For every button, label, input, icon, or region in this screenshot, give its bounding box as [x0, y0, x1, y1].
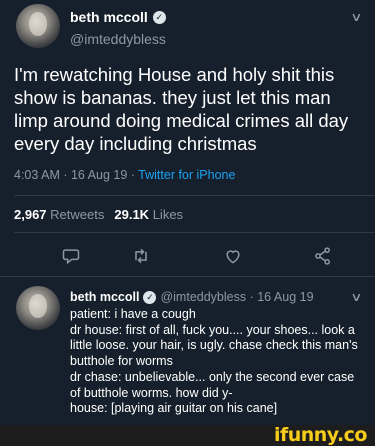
- reply-author-name[interactable]: beth mccoll: [70, 290, 139, 304]
- divider: [14, 195, 375, 196]
- likes-label: Likes: [152, 207, 184, 222]
- share-icon[interactable]: [312, 245, 334, 267]
- reply-line: house: [playing air guitar on his cane]: [70, 401, 278, 416]
- avatar[interactable]: [16, 4, 60, 48]
- tweet-source[interactable]: Twitter for iPhone: [138, 168, 235, 182]
- retweet-icon[interactable]: [130, 245, 152, 267]
- retweets-count: 2,967: [14, 207, 47, 222]
- reply-text: patient: i have a cough dr house: first …: [70, 307, 366, 417]
- divider: [14, 232, 375, 233]
- tweet-meta: 4:03 AM · 16 Aug 19 · Twitter for iPhone: [14, 168, 235, 182]
- chevron-down-icon[interactable]: ∨: [350, 10, 362, 24]
- avatar[interactable]: [16, 286, 60, 330]
- reply-header: beth mccoll ✓ @imteddybless · 16 Aug 19: [70, 290, 314, 304]
- tweet-time[interactable]: 4:03 AM · 16 Aug 19 ·: [14, 168, 138, 182]
- reply-handle-date[interactable]: @imteddybless · 16 Aug 19: [160, 290, 313, 304]
- divider: [0, 276, 375, 277]
- reply-line: patient: i have a cough: [70, 307, 196, 321]
- verified-badge-icon: ✓: [143, 290, 157, 304]
- author-name[interactable]: beth mccoll: [70, 9, 148, 25]
- chevron-down-icon[interactable]: ∨: [350, 290, 362, 304]
- retweets-stat[interactable]: 2,967 Retweets: [14, 207, 104, 222]
- retweets-label: Retweets: [50, 207, 105, 222]
- likes-count: 29.1K: [114, 207, 150, 222]
- reply-line: dr house: first of all, fuck you.... you…: [70, 322, 358, 369]
- reply-line: dr chase: unbelievable... only the secon…: [70, 369, 355, 400]
- tweet-author[interactable]: beth mccoll ✓ @imteddybless: [70, 9, 166, 47]
- author-handle[interactable]: @imteddybless: [70, 31, 166, 47]
- tweet-text: I'm rewatching House and holy shit this …: [14, 64, 349, 154]
- reply-icon[interactable]: [60, 245, 82, 267]
- likes-stat[interactable]: 29.1K Likes: [114, 207, 183, 222]
- tweet-stats: 2,967 Retweets 29.1K Likes: [14, 207, 183, 222]
- ifunny-watermark: ifunny.co: [273, 424, 368, 446]
- verified-badge-icon: ✓: [152, 10, 166, 24]
- heart-icon[interactable]: [222, 245, 244, 267]
